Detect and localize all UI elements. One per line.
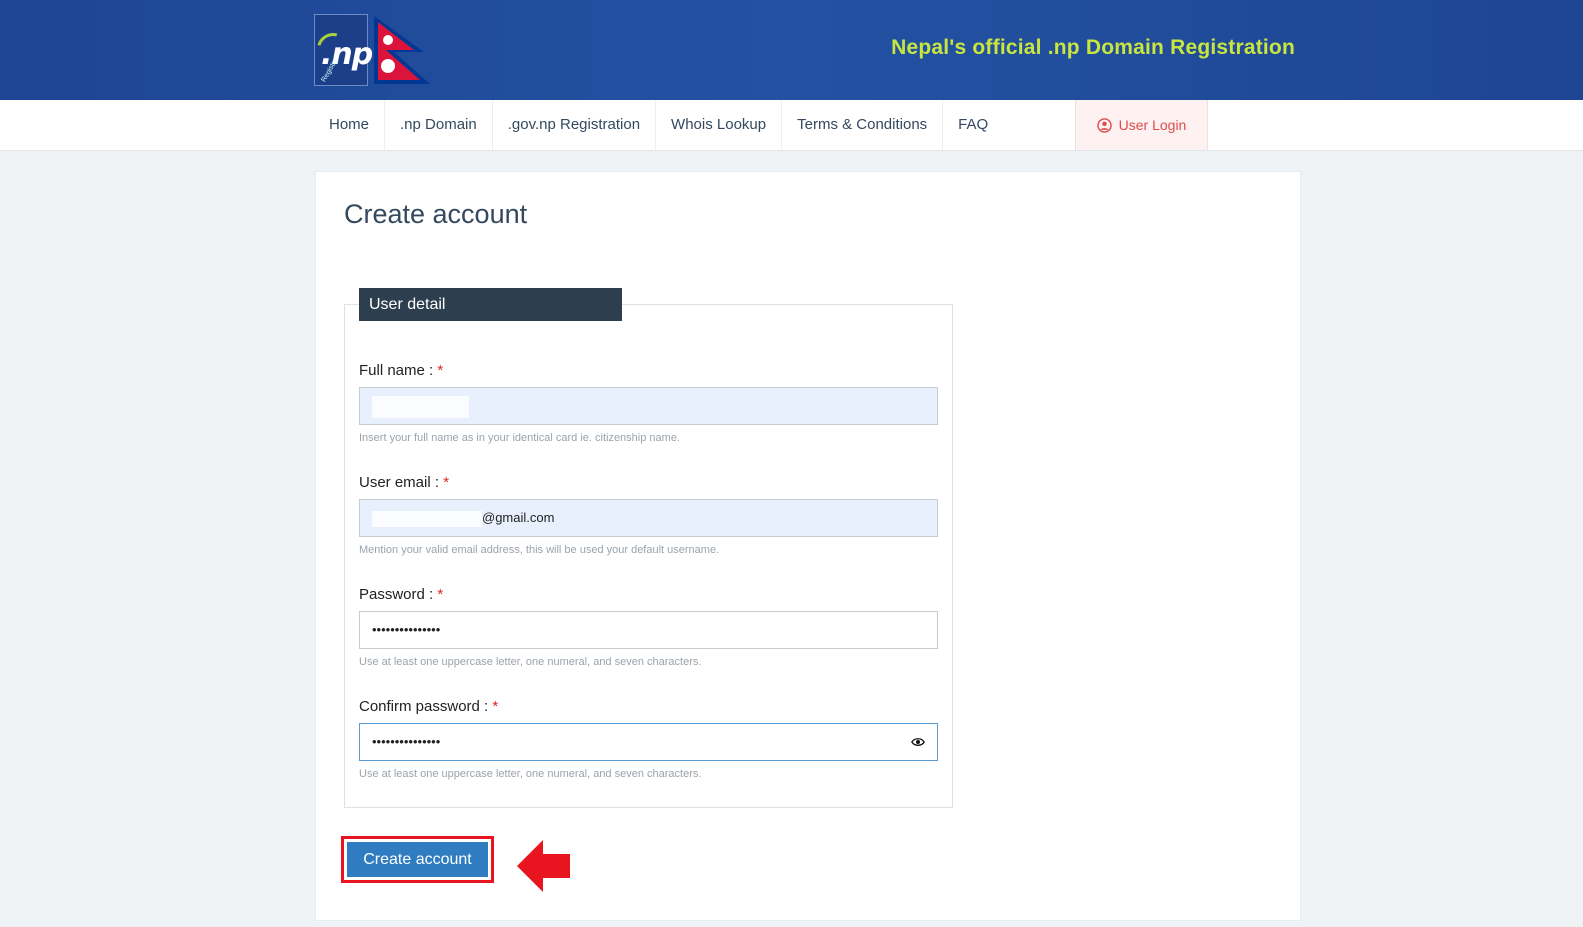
nav-items: Home .np Domain .gov.np Registration Who… xyxy=(314,100,1003,150)
nav-terms-conditions[interactable]: Terms & Conditions xyxy=(782,100,944,150)
required-mark: * xyxy=(492,698,499,715)
nav-home[interactable]: Home xyxy=(314,100,386,150)
eye-icon[interactable] xyxy=(911,735,925,749)
user-email-label-text: User email : xyxy=(359,474,440,491)
arrow-left-icon xyxy=(517,840,570,892)
full-name-label-text: Full name : xyxy=(359,362,434,379)
password-help: Use at least one uppercase letter, one n… xyxy=(359,656,702,668)
nav-np-domain[interactable]: .np Domain xyxy=(385,100,493,150)
full-name-label: Full name : * xyxy=(359,362,443,379)
nav-faq[interactable]: FAQ xyxy=(943,100,1003,150)
nav-whois-lookup[interactable]: Whois Lookup xyxy=(656,100,783,150)
full-name-help: Insert your full name as in your identic… xyxy=(359,432,680,444)
user-circle-icon xyxy=(1096,117,1112,133)
confirm-password-help: Use at least one uppercase letter, one n… xyxy=(359,768,702,780)
user-login-button[interactable]: User Login xyxy=(1075,100,1208,150)
redacted-value xyxy=(372,395,469,418)
password-label: Password : * xyxy=(359,586,443,603)
page-title: Create account xyxy=(344,199,528,229)
header-title: Nepal's official .np Domain Registration xyxy=(891,36,1295,59)
required-mark: * xyxy=(437,362,444,379)
redacted-value xyxy=(372,510,482,527)
site-header: .np Registry Nepal's official .np Domain… xyxy=(0,0,1583,100)
password-input[interactable]: ••••••••••••••• xyxy=(359,611,938,649)
required-mark: * xyxy=(437,586,444,603)
nepal-flag-icon xyxy=(374,16,430,84)
create-account-highlight: Create account xyxy=(341,836,494,883)
email-visible-part: @gmail.com xyxy=(482,510,555,525)
create-account-button[interactable]: Create account xyxy=(347,842,488,877)
user-login-label: User Login xyxy=(1118,117,1187,133)
password-label-text: Password : xyxy=(359,586,434,603)
main-nav: Home .np Domain .gov.np Registration Who… xyxy=(0,100,1583,151)
nav-gov-np-registration[interactable]: .gov.np Registration xyxy=(493,100,657,150)
confirm-password-value: ••••••••••••••• xyxy=(372,734,441,749)
confirm-password-input[interactable]: ••••••••••••••• xyxy=(359,723,938,761)
confirm-password-label-text: Confirm password : xyxy=(359,698,489,715)
user-email-help: Mention your valid email address, this w… xyxy=(359,544,720,556)
user-email-label: User email : * xyxy=(359,474,449,491)
confirm-password-label: Confirm password : * xyxy=(359,698,498,715)
user-email-input[interactable]: @gmail.com xyxy=(359,499,938,537)
section-title: User detail xyxy=(359,288,622,321)
password-value: ••••••••••••••• xyxy=(372,622,441,637)
np-registry-logo[interactable]: .np Registry xyxy=(311,14,373,86)
full-name-input[interactable] xyxy=(359,387,938,425)
required-mark: * xyxy=(443,474,450,491)
